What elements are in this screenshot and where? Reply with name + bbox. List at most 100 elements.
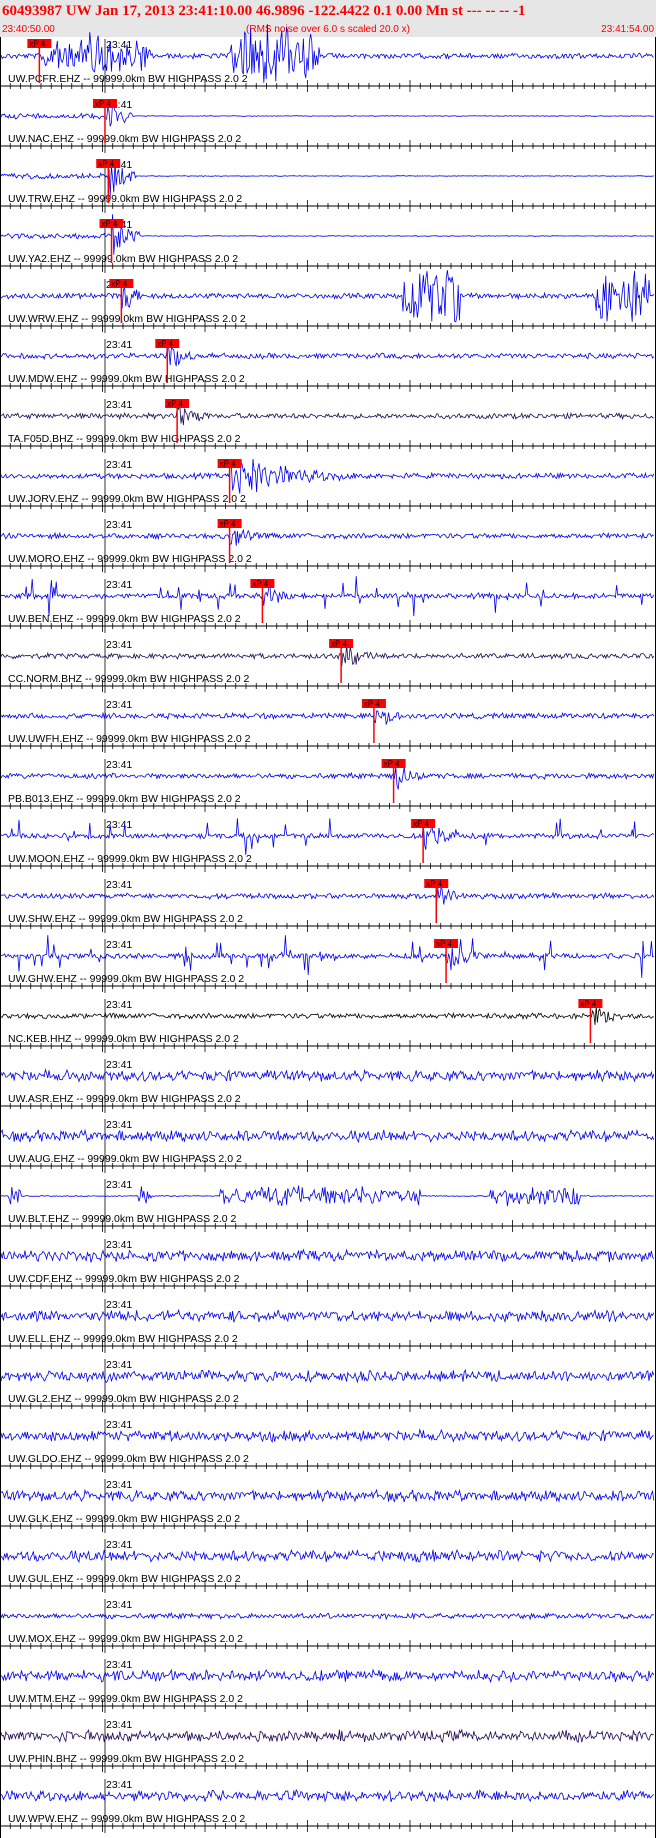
trace-row: 23:41UW.YA2.EHZ -- 99999.0km BW HIGHPASS… [0, 214, 656, 273]
trace-row: 23:41 PB.B013.EHZ -- 99999.0km BW HIGHPAS… [0, 759, 656, 813]
station-label: UW.BEN.EHZ -- 99999.0km BW HIGHPASS 2.0 … [8, 613, 241, 625]
minute-label: 23:41 [106, 1419, 132, 1431]
station-label: UW.GLK.EHZ -- 99999.0km BW HIGHPASS 2.0 … [8, 1513, 240, 1525]
waveform [0, 214, 654, 255]
trace-row: 23:41 UW.ELL.EHZ -- 99999.0km BW HIGHPASS… [0, 1299, 656, 1353]
minute-label: 23:41 [106, 639, 132, 651]
station-label: UW.ASR.EHZ -- 99999.0km BW HIGHPASS 2.0 … [8, 1093, 241, 1105]
minute-label: 23:41 [106, 699, 132, 711]
minute-label: 23:41 [106, 1239, 132, 1251]
minute-label: 23:41 [106, 1719, 132, 1731]
pick-label: xP 4 [426, 880, 442, 889]
trace-row: 23:41UW.TRW.EHZ -- 99999.0km BW HIGHPASS… [0, 159, 656, 213]
trace-row: 23:41 UW.MORO.EHZ -- 99999.0km BW HIGHPAS… [0, 519, 656, 573]
trace-row: 23:41 UW.GLDO.EHZ -- 99999.0km BW HIGHPAS… [0, 1419, 656, 1473]
pick-label: xP 4 [413, 820, 429, 829]
waveform [0, 1185, 654, 1207]
trace-row: 23:41 UW.GHW.EHZ -- 99999.0km BW HIGHPASS… [0, 935, 656, 993]
waveform [0, 1428, 654, 1444]
pick-label: xP 4 [98, 160, 114, 169]
station-label: UW.JORV.EHZ -- 99999.0km BW HIGHPASS 2.0… [8, 493, 246, 505]
station-label: UW.MOX.EHZ -- 99999.0km BW HIGHPASS 2.0 … [8, 1633, 243, 1645]
pick-label: xP 4 [95, 100, 111, 109]
pick-label: xP 4 [220, 520, 236, 529]
waveform [0, 1068, 655, 1083]
waveform [0, 818, 655, 855]
minute-label: 23:41 [106, 399, 132, 411]
waveform [0, 340, 655, 367]
station-label: UW.TRW.EHZ -- 99999.0km BW HIGHPASS 2.0 … [8, 193, 242, 205]
minute-label: 23:41 [106, 879, 132, 891]
trace-list: 23:41 UW.PCFR.EHZ -- 99999.0km BW HIGHPAS… [0, 24, 656, 1833]
trace-row: 23:41 UW.UWFH.EHZ -- 99999.0km BW HIGHPAS… [0, 699, 656, 753]
end-time: 23:41:54.00 [601, 24, 654, 35]
minute-label: 23:41 [106, 459, 132, 471]
station-label: UW.WPW.EHZ -- 99999.0km BW HIGHPASS 2.0 … [8, 1813, 245, 1825]
station-label: UW.BLT.EHZ -- 99999.0km BW HIGHPASS 2.0 … [8, 1213, 237, 1225]
station-label: UW.GUL.EHZ -- 99999.0km BW HIGHPASS 2.0 … [8, 1573, 241, 1585]
waveform [0, 1668, 655, 1684]
trace-row: 23:41 UW.GL2.EHZ -- 99999.0km BW HIGHPASS… [0, 1359, 656, 1413]
station-label: UW.ELL.EHZ -- 99999.0km BW HIGHPASS 2.0 … [8, 1333, 238, 1345]
station-label: UW.NAC.EHZ -- 99999.0km BW HIGHPASS 2.0 … [8, 133, 241, 145]
pick-label: xP 4 [102, 220, 118, 229]
station-label: UW.PHIN.BHZ -- 99999.0km BW HIGHPASS 2.0… [8, 1753, 244, 1765]
pick-label: xP 4 [364, 700, 380, 709]
minute-label: 23:41 [106, 1539, 132, 1551]
minute-label: 23:41 [106, 939, 132, 951]
waveform [0, 1248, 655, 1263]
minute-label: 23:41 [106, 1599, 132, 1611]
pick-label: xP 4 [331, 640, 347, 649]
minute-label: 23:41 [106, 1179, 132, 1191]
station-label: UW.WRW.EHZ -- 99999.0km BW HIGHPASS 2.0 … [8, 313, 246, 325]
pick-label: xP 4 [220, 460, 236, 469]
minute-label: 23:41 [106, 1119, 132, 1131]
station-label: TA.F05D.BHZ -- 99999.0km BW HIGHPASS 2.0… [8, 433, 241, 445]
station-label: UW.AUG.EHZ -- 99999.0km BW HIGHPASS 2.0 … [8, 1153, 242, 1165]
waveform [0, 1128, 655, 1144]
pick-label: xP 4 [167, 400, 183, 409]
pick-label: xP 4 [111, 280, 127, 289]
waveform [0, 1548, 654, 1564]
minute-label: 23:41 [106, 1779, 132, 1791]
trace-row: 23:41 UW.CDF.EHZ -- 99999.0km BW HIGHPASS… [0, 1239, 656, 1293]
trace-row: 23:41 UW.GUL.EHZ -- 99999.0km BW HIGHPASS… [0, 1539, 656, 1593]
minute-label: 23:41 [106, 1299, 132, 1311]
waveform [0, 884, 655, 905]
trace-row: 23:41 UW.BEN.EHZ -- 99999.0km BW HIGHPASS… [0, 576, 656, 633]
trace-row: 23:41 UW.GLK.EHZ -- 99999.0km BW HIGHPASS… [0, 1479, 656, 1533]
event-title: 60493987 UW Jan 17, 2013 23:41:10.00 46.… [2, 3, 525, 19]
waveform [0, 458, 655, 494]
trace-row: 23:41 CC.NORM.BHZ -- 99999.0km BW HIGHPAS… [0, 639, 656, 693]
station-label: UW.PCFR.EHZ -- 99999.0km BW HIGHPASS 2.0… [8, 73, 248, 85]
waveform [0, 404, 654, 426]
waveform [0, 1006, 654, 1025]
minute-label: 23:41 [106, 759, 132, 771]
waveform [0, 766, 655, 790]
waveform [0, 529, 654, 546]
trace-row: 23:41 UW.PHIN.BHZ -- 99999.0km BW HIGHPAS… [0, 1719, 656, 1773]
station-label: UW.MDW.EHZ -- 99999.0km BW HIGHPASS 2.0 … [8, 373, 245, 385]
minute-label: 23:41 [106, 579, 132, 591]
minute-label: 23:41 [106, 519, 132, 531]
trace-row: 23:41 NC.KEB.HHZ -- 99999.0km BW HIGHPASS… [0, 999, 656, 1053]
station-label: PB.B013.EHZ -- 99999.0km BW HIGHPASS 2.0… [8, 793, 241, 805]
trace-row: 23:41 UW.MOX.EHZ -- 99999.0km BW HIGHPASS… [0, 1599, 656, 1653]
waveform [0, 1308, 655, 1324]
station-label: UW.GHW.EHZ -- 99999.0km BW HIGHPASS 2.0 … [8, 973, 244, 985]
station-label: UW.GLDO.EHZ -- 99999.0km BW HIGHPASS 2.0… [8, 1453, 249, 1465]
pick-label: xP 4 [252, 580, 268, 589]
pick-label: xP 4 [580, 1000, 596, 1009]
start-time: 23:40:50.00 [2, 24, 55, 35]
waveform [0, 1611, 654, 1621]
pick-label: xP 4 [29, 40, 45, 49]
station-label: UW.UWFH.EHZ -- 99999.0km BW HIGHPASS 2.0… [8, 733, 251, 745]
trace-row: 23:41 UW.SHW.EHZ -- 99999.0km BW HIGHPASS… [0, 879, 656, 933]
minute-label: 23:41 [106, 1479, 132, 1491]
waveform [0, 1488, 655, 1503]
trace-row: 23:41 UW.BLT.EHZ -- 99999.0km BW HIGHPASS… [0, 1179, 656, 1233]
trace-row: 23:41UW.NAC.EHZ -- 99999.0km BW HIGHPASS… [0, 99, 656, 153]
waveform [0, 710, 655, 725]
station-label: UW.CDF.EHZ -- 99999.0km BW HIGHPASS 2.0 … [8, 1273, 240, 1285]
minute-label: 23:41 [106, 999, 132, 1011]
